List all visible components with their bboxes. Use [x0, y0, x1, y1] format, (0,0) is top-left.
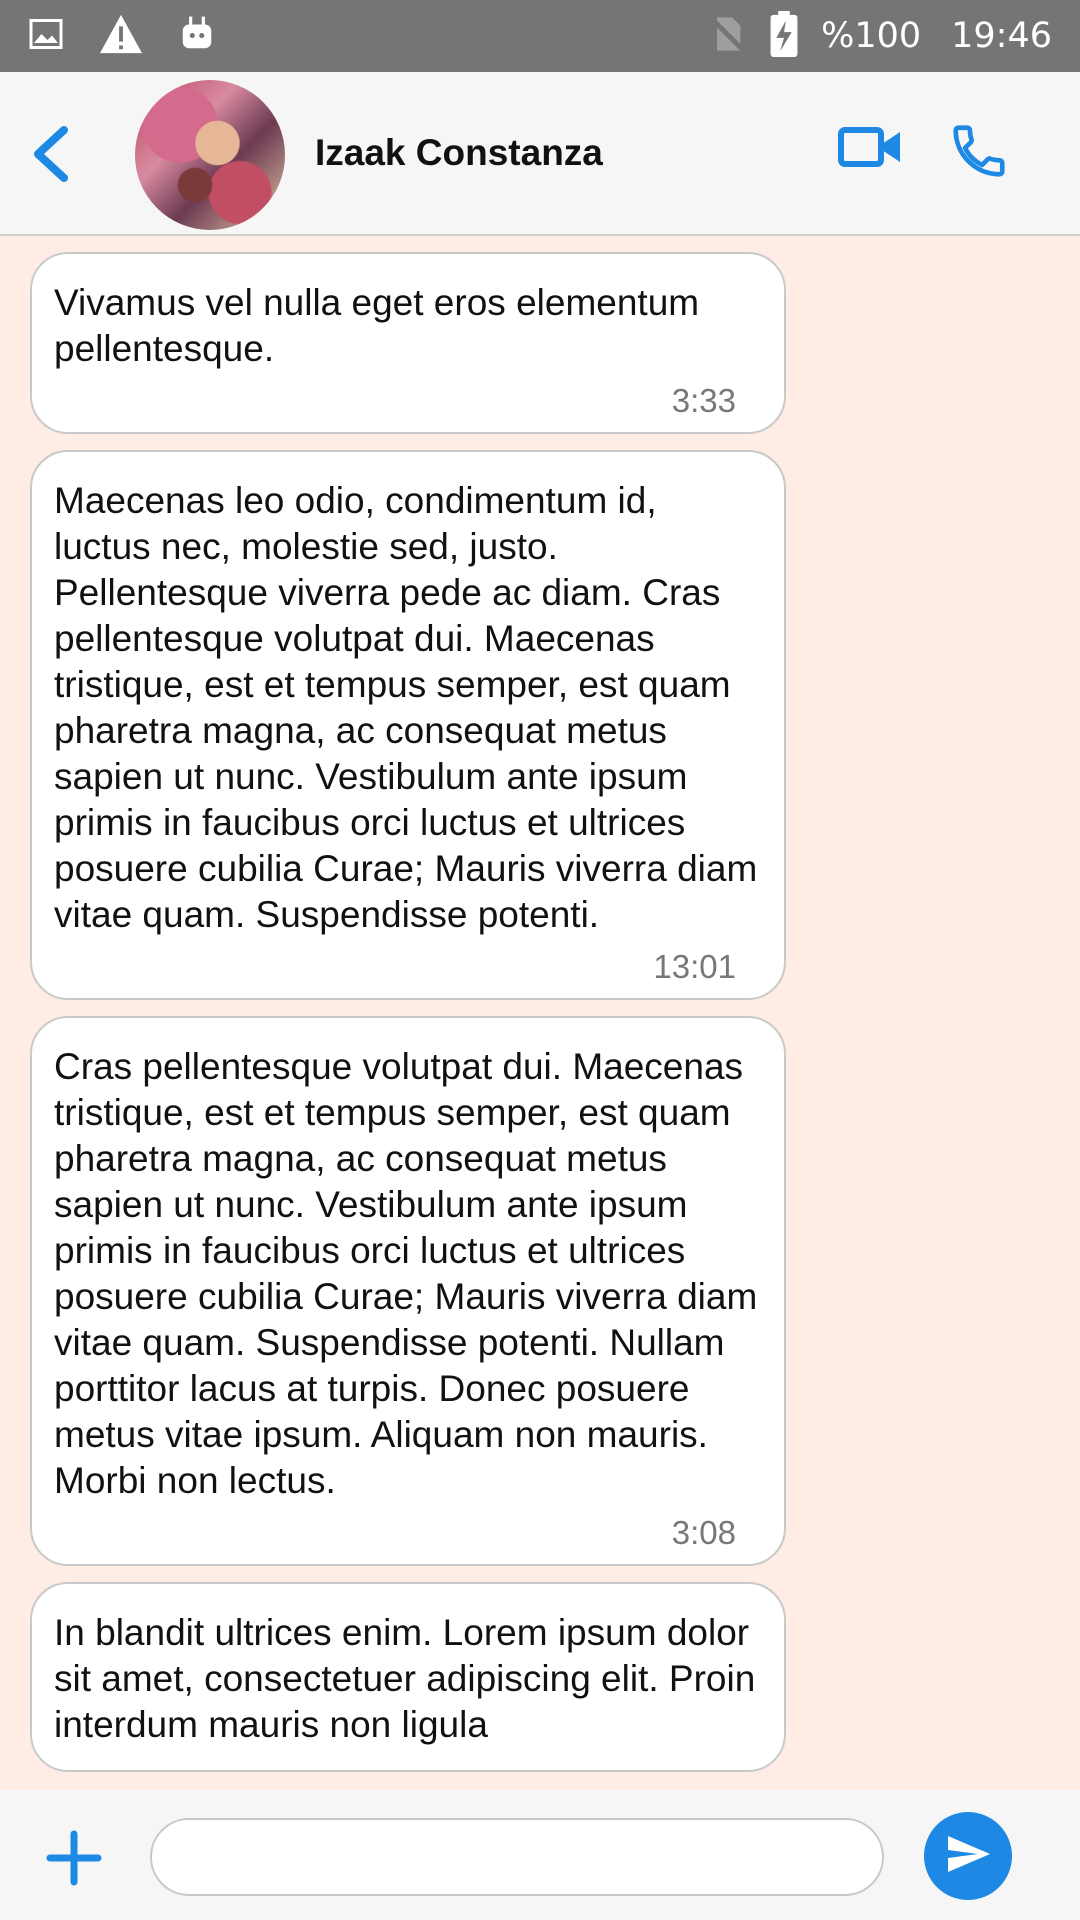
back-button[interactable] [28, 124, 78, 184]
clock: 19:46 [951, 16, 1052, 56]
status-bar: %100 19:46 [0, 0, 1080, 72]
no-sim-icon [707, 13, 747, 60]
battery-charging-icon [769, 10, 799, 62]
video-call-button[interactable] [838, 124, 908, 174]
message-text: Vivamus vel nulla eget eros elementum pe… [54, 282, 700, 369]
message-bubble[interactable]: In blandit ultrices enim. Lorem ipsum do… [30, 1582, 786, 1772]
message-time: 13:01 [653, 948, 736, 985]
back-arrow-icon [28, 126, 72, 188]
message-input[interactable] [150, 1818, 884, 1896]
battery-level: %100 [821, 16, 922, 56]
message-time: 3:08 [671, 1514, 736, 1551]
video-camera-icon [838, 127, 904, 174]
send-button[interactable] [924, 1812, 1012, 1900]
contact-name: Izaak Constanza [315, 132, 603, 173]
message-bubble[interactable]: Maecenas leo odio, condimentum id, luctu… [30, 450, 786, 1000]
message-bubble[interactable]: Vivamus vel nulla eget eros elementum pe… [30, 252, 786, 434]
warning-icon [98, 13, 144, 60]
chat-header: Izaak Constanza [0, 72, 1080, 236]
plus-icon [46, 1830, 102, 1890]
message-bubble[interactable]: Cras pellentesque volutpat dui. Maecenas… [30, 1016, 786, 1566]
message-composer [0, 1790, 1080, 1920]
avatar[interactable] [135, 80, 285, 230]
voice-call-button[interactable] [948, 120, 1014, 186]
status-notifications [28, 13, 216, 60]
message-time: 3:33 [671, 382, 736, 419]
add-attachment-button[interactable] [46, 1830, 102, 1886]
message-text: Maecenas leo odio, condimentum id, luctu… [54, 480, 758, 935]
status-system: %100 19:46 [707, 10, 1052, 62]
message-text: Cras pellentesque volutpat dui. Maecenas… [54, 1046, 758, 1501]
message-list[interactable]: Vivamus vel nulla eget eros elementum pe… [0, 238, 1080, 1790]
send-icon [944, 1830, 992, 1883]
phone-icon [948, 125, 1010, 186]
message-text: In blandit ultrices enim. Lorem ipsum do… [54, 1612, 756, 1745]
image-icon [28, 16, 64, 57]
android-icon [178, 14, 216, 59]
